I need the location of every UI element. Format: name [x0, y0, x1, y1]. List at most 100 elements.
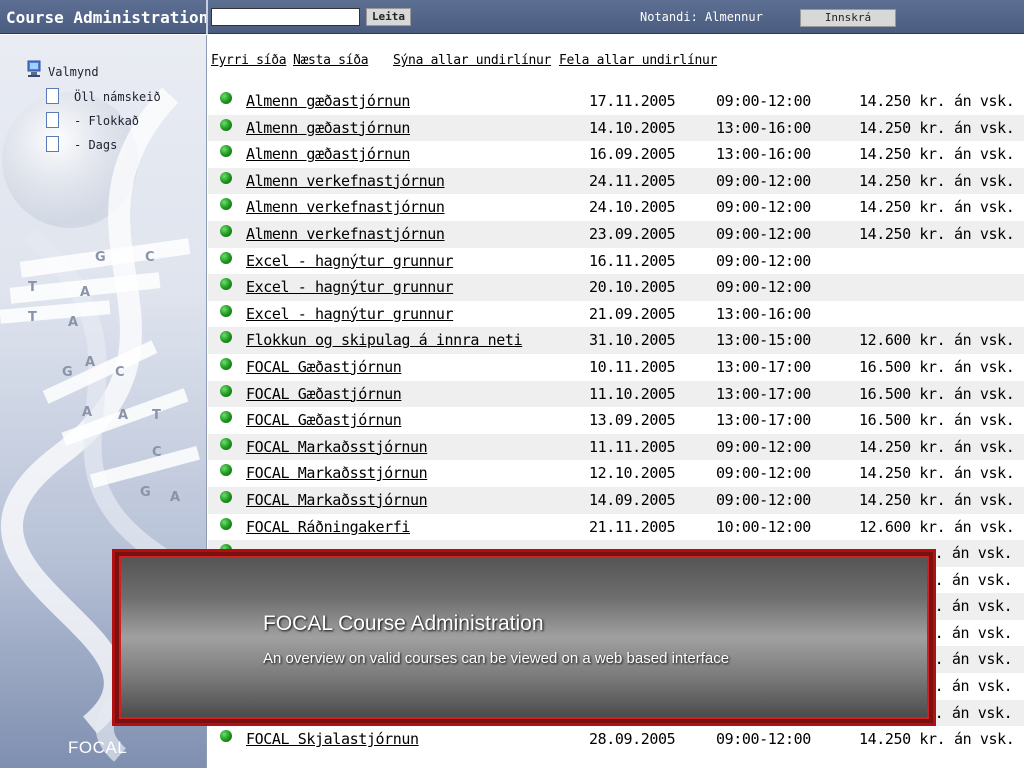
app-title: Course Administration [6, 8, 209, 27]
course-time: 09:00-12:00 [716, 251, 811, 270]
table-row: Almenn gæðastjórnun 16.09.2005 13:00-16:00… [208, 141, 1024, 168]
course-date: 14.10.2005 [589, 118, 676, 137]
course-name-link[interactable]: Excel - hagnýtur grunnur [246, 278, 454, 296]
course-time: 09:00-12:00 [716, 171, 811, 190]
dna-letter: A [85, 355, 96, 370]
course-name-link[interactable]: Almenn verkefnastjórnun [246, 172, 445, 190]
course-time: 09:00-12:00 [716, 224, 811, 243]
course-date: 31.10.2005 [589, 331, 676, 350]
green-bullet-icon [220, 411, 232, 424]
course-date: 13.09.2005 [589, 411, 676, 430]
table-row: Flokkun og skipulag á innra neti 31.10.20… [208, 327, 1024, 354]
course-price: 14.250 kr. án vsk. [859, 118, 1015, 137]
prev-page-link[interactable]: Fyrri síða [211, 53, 287, 68]
course-name-link[interactable]: Almenn gæðastjórnun [246, 92, 410, 110]
table-row: FOCAL Gæðastjórnun 13.09.2005 13:00-17:00 1… [208, 407, 1024, 434]
course-price: r. án vsk. [926, 544, 1013, 563]
course-date: 10.11.2005 [589, 357, 676, 376]
course-name-link[interactable]: Excel - hagnýtur grunnur [246, 252, 454, 270]
course-date: 14.09.2005 [589, 490, 676, 509]
course-date: 21.09.2005 [589, 304, 676, 323]
dna-letter: C [115, 365, 125, 380]
green-bullet-icon [220, 384, 232, 397]
table-row: FOCAL Skjalastjórnun 28.09.2005 09:00-12:0… [208, 726, 1024, 753]
course-name-link[interactable]: FOCAL Gæðastjórnun [246, 385, 402, 403]
course-price: 16.500 kr. án vsk. [859, 384, 1015, 403]
course-name-link[interactable]: Almenn verkefnastjórnun [246, 198, 445, 216]
user-label: Notandi: Almennur [640, 10, 763, 24]
course-price: 14.250 kr. án vsk. [859, 145, 1015, 164]
course-time: 09:00-12:00 [716, 730, 811, 749]
course-name-link[interactable]: Excel - hagnýtur grunnur [246, 305, 454, 323]
course-price: 14.250 kr. án vsk. [859, 224, 1015, 243]
search-button[interactable]: Leita [366, 8, 411, 26]
course-name-link[interactable]: FOCAL Skjalastjórnun [246, 730, 419, 748]
course-date: 23.09.2005 [589, 224, 676, 243]
table-row: Almenn verkefnastjórnun 24.11.2005 09:00-1… [208, 167, 1024, 195]
dna-letter: C [145, 250, 155, 265]
table-row: Almenn verkefnastjórnun 23.09.2005 09:00-1… [208, 220, 1024, 248]
course-price: r. án vsk. [926, 623, 1013, 642]
course-name-link[interactable]: Flokkun og skipulag á innra neti [246, 331, 523, 349]
dna-letter: G [95, 250, 106, 265]
course-date: 24.10.2005 [589, 198, 676, 217]
green-bullet-icon [220, 517, 232, 530]
document-icon [46, 88, 59, 104]
show-all-sublines-link[interactable]: Sýna allar undirlínur [393, 53, 551, 68]
dna-letter: T [152, 408, 161, 423]
course-time: 13:00-17:00 [716, 384, 811, 403]
course-date: 21.11.2005 [589, 517, 676, 536]
dna-letter: A [170, 490, 181, 505]
caption-subtitle: An overview on valid courses can be view… [263, 650, 730, 667]
table-row: Almenn gæðastjórnun 14.10.2005 13:00-16:00… [208, 114, 1024, 142]
sidebar-item-categorized[interactable]: - Flokkað [74, 114, 139, 128]
course-price: 14.250 kr. án vsk. [859, 92, 1015, 110]
course-name-link[interactable]: Almenn verkefnastjórnun [246, 225, 445, 243]
sidebar-item-all-courses[interactable]: Öll námskeið [74, 90, 161, 104]
table-row: Almenn verkefnastjórnun 24.10.2005 09:00-1… [208, 194, 1024, 221]
course-name-link[interactable]: Almenn gæðastjórnun [246, 145, 410, 163]
top-bar: Course Administration Leita Notandi: Alm… [0, 0, 1024, 34]
green-bullet-icon [220, 331, 232, 344]
course-price: 14.250 kr. án vsk. [859, 171, 1015, 190]
sidebar-item-by-date[interactable]: - Dags [74, 138, 117, 152]
green-bullet-icon [220, 198, 232, 211]
course-time: 13:00-17:00 [716, 411, 811, 430]
course-name-link[interactable]: FOCAL Markaðsstjórnun [246, 464, 428, 482]
table-row: Excel - hagnýtur grunnur 20.10.2005 09:00-… [208, 274, 1024, 301]
course-price: 14.250 kr. án vsk. [859, 198, 1015, 217]
computer-icon [27, 60, 41, 77]
course-name-link[interactable]: FOCAL Markaðsstjórnun [246, 491, 428, 509]
course-name-link[interactable]: FOCAL Gæðastjórnun [246, 358, 402, 376]
course-time: 13:00-17:00 [716, 357, 811, 376]
tree-root[interactable]: Valmynd [48, 65, 99, 79]
login-button[interactable]: Innskrá [800, 9, 896, 27]
green-bullet-icon [220, 437, 232, 450]
course-name-link[interactable]: FOCAL Markaðsstjórnun [246, 438, 428, 456]
green-bullet-icon [220, 92, 232, 104]
table-row: FOCAL Gæðastjórnun 10.11.2005 13:00-17:00 1… [208, 354, 1024, 381]
next-page-link[interactable]: Næsta síða [293, 53, 369, 68]
table-row: FOCAL Markaðsstjórnun 12.10.2005 09:00-12:… [208, 460, 1024, 487]
course-time: 09:00-12:00 [716, 490, 811, 509]
course-price: 12.600 kr. án vsk. [859, 331, 1015, 350]
course-date: 16.11.2005 [589, 251, 676, 270]
hide-all-sublines-link[interactable]: Fela allar undirlínur [559, 53, 717, 68]
table-row: FOCAL Ráðningakerfi 21.11.2005 10:00-12:00… [208, 514, 1024, 541]
search-input[interactable] [211, 8, 360, 26]
course-time: 13:00-16:00 [716, 145, 811, 164]
green-bullet-icon [220, 224, 232, 237]
course-time: 13:00-15:00 [716, 331, 811, 350]
caption-title: FOCAL Course Administration [263, 612, 544, 635]
table-row: Excel - hagnýtur grunnur 16.11.2005 09:00-… [208, 248, 1024, 275]
dna-letter: T [28, 310, 37, 325]
course-name-link[interactable]: Almenn gæðastjórnun [246, 119, 410, 137]
caption-panel: FOCAL Course Administration An overview … [119, 556, 929, 719]
course-name-link[interactable]: FOCAL Gæðastjórnun [246, 411, 402, 429]
course-time: 13:00-16:00 [716, 304, 811, 323]
green-bullet-icon [220, 278, 232, 291]
dna-letter: A [82, 405, 93, 420]
green-bullet-icon [220, 357, 232, 370]
course-name-link[interactable]: FOCAL Ráðningakerfi [246, 518, 410, 536]
table-row: Excel - hagnýtur grunnur 21.09.2005 13:00-… [208, 301, 1024, 328]
